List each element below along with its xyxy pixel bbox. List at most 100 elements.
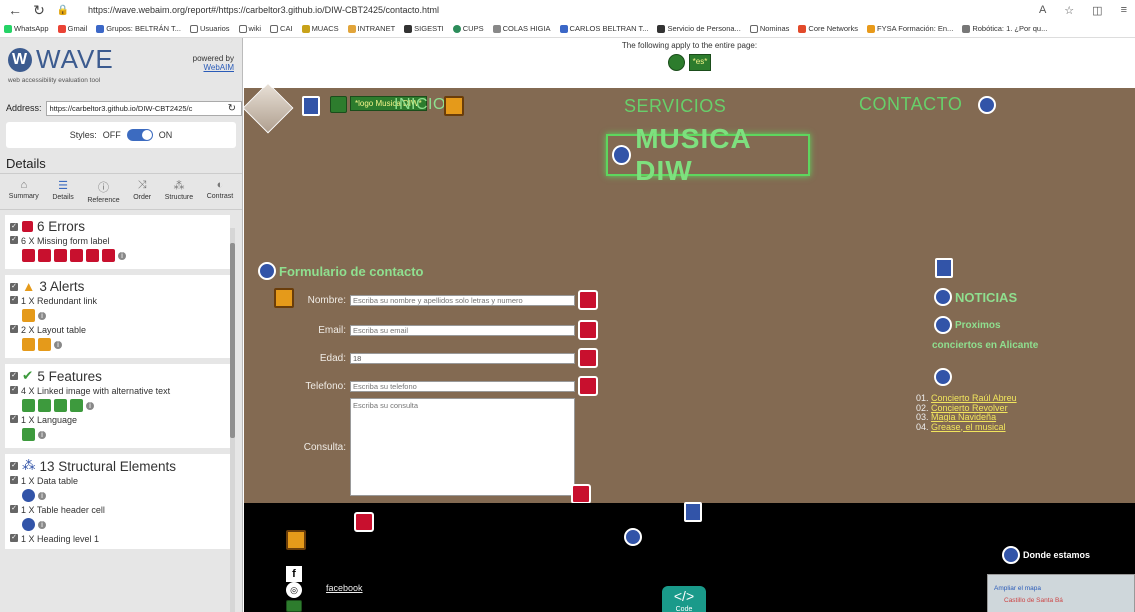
- h2-icon[interactable]: [934, 288, 952, 306]
- h3-icon[interactable]: [934, 316, 952, 334]
- bookmark-item[interactable]: Servicio de Persona...: [657, 24, 741, 33]
- bookmark-item[interactable]: COLAS HIGIA: [492, 24, 551, 33]
- checkbox[interactable]: ✓: [10, 282, 18, 291]
- globe-icon[interactable]: [667, 54, 685, 71]
- list-structure-icon[interactable]: [1002, 546, 1020, 564]
- tab-structure[interactable]: ⁂ Structure: [165, 176, 193, 207]
- map-enlarge-link[interactable]: Ampliar el mapa: [994, 585, 1041, 592]
- checkbox[interactable]: ✓: [10, 505, 18, 513]
- concert-link[interactable]: Concierto Revolver: [931, 403, 1008, 413]
- checkbox[interactable]: ✓: [10, 296, 18, 304]
- linked-image-icon[interactable]: [54, 399, 67, 412]
- checkbox[interactable]: ✓: [10, 462, 18, 470]
- checkbox[interactable]: ✓: [10, 236, 18, 244]
- nav-servicios[interactable]: SERVICIOS: [624, 96, 726, 117]
- address-input[interactable]: [45, 100, 242, 116]
- facebook-icon[interactable]: f: [286, 566, 302, 582]
- linked-image-icon[interactable]: [38, 399, 51, 412]
- bookmark-item[interactable]: Gmail: [57, 24, 87, 33]
- info-icon[interactable]: i: [38, 430, 46, 439]
- missing-label-icon[interactable]: [571, 484, 591, 504]
- missing-label-icon[interactable]: [102, 249, 115, 262]
- bookmark-item[interactable]: INTRANET: [347, 24, 395, 33]
- map-embed[interactable]: Ampliar el mapa Castillo de Santa Bá: [987, 574, 1135, 612]
- missing-label-icon[interactable]: [22, 249, 35, 262]
- language-badge[interactable]: *es*: [688, 54, 712, 71]
- tab-order[interactable]: ⤨ Order: [133, 176, 151, 207]
- language-icon[interactable]: [22, 428, 35, 441]
- styles-toggle[interactable]: [126, 129, 153, 141]
- layout-table-icon[interactable]: [38, 338, 51, 351]
- checkbox[interactable]: ✓: [10, 372, 18, 380]
- checkbox[interactable]: ✓: [10, 386, 18, 394]
- bookmark-item[interactable]: MUACS: [301, 24, 339, 33]
- nombre-input[interactable]: [350, 294, 575, 306]
- info-icon[interactable]: i: [38, 491, 46, 500]
- concert-link[interactable]: Magia Navideña: [931, 412, 996, 422]
- missing-label-icon[interactable]: [86, 249, 99, 262]
- info-icon[interactable]: i: [38, 311, 46, 320]
- redundant-link-icon[interactable]: [444, 96, 464, 116]
- bookmark-item[interactable]: CARLOS BELTRAN T...: [559, 24, 648, 33]
- linked-image-icon[interactable]: [286, 600, 302, 612]
- list-structure-icon[interactable]: [978, 96, 996, 114]
- layout-table-icon[interactable]: [286, 530, 306, 550]
- webaim-link[interactable]: WebAIM: [193, 63, 234, 72]
- info-icon[interactable]: i: [118, 251, 126, 260]
- h1-icon[interactable]: [612, 145, 632, 165]
- checkbox[interactable]: ✓: [10, 415, 18, 423]
- nav-inicio[interactable]: INICIO: [394, 96, 446, 114]
- site-logo-image[interactable]: [244, 82, 294, 134]
- bookmark-item[interactable]: FYSA Formación: En...: [867, 24, 953, 33]
- info-icon[interactable]: i: [86, 401, 94, 410]
- read-aloud-icon[interactable]: A: [1039, 4, 1046, 16]
- info-icon[interactable]: i: [54, 340, 62, 349]
- bookmark-item[interactable]: wiki: [238, 24, 261, 33]
- split-icon[interactable]: ◫: [1092, 4, 1102, 17]
- edad-input[interactable]: [350, 352, 575, 364]
- missing-label-icon[interactable]: [38, 249, 51, 262]
- linked-image-icon[interactable]: [330, 96, 347, 113]
- bookmark-item[interactable]: Usuarios: [189, 24, 230, 33]
- tab-details[interactable]: ☰ Details: [52, 176, 73, 207]
- list-structure-icon[interactable]: [624, 528, 642, 546]
- bookmark-item[interactable]: Grupos: BELTRÁN T...: [96, 24, 181, 33]
- favorite-icon[interactable]: ☆: [1064, 4, 1074, 17]
- bookmark-item[interactable]: Robótica: 1. ¿Por qu...: [962, 24, 1047, 33]
- facebook-link[interactable]: facebook: [326, 583, 363, 593]
- h2-icon[interactable]: [258, 262, 276, 280]
- linked-image-icon[interactable]: [70, 399, 83, 412]
- bookmark-item[interactable]: Nominas: [749, 24, 789, 33]
- concert-link[interactable]: Concierto Raúl Abreu: [931, 393, 1017, 403]
- missing-label-icon[interactable]: [578, 290, 598, 310]
- refresh-icon[interactable]: ↻: [228, 103, 236, 114]
- layout-table-icon[interactable]: [274, 288, 294, 308]
- tab-summary[interactable]: ⌂ Summary: [9, 176, 39, 207]
- layout-table-structure-icon[interactable]: [935, 258, 953, 278]
- back-icon[interactable]: ←: [8, 2, 22, 18]
- table-header-icon[interactable]: [22, 518, 35, 531]
- nav-contacto[interactable]: CONTACTO: [859, 94, 962, 115]
- linked-image-icon[interactable]: [22, 399, 35, 412]
- missing-label-icon[interactable]: [578, 376, 598, 396]
- tab-reference[interactable]: ⓘ Reference: [87, 176, 119, 207]
- checkbox[interactable]: ✓: [10, 534, 18, 542]
- checkbox[interactable]: ✓: [10, 325, 18, 333]
- checkbox[interactable]: ✓: [10, 222, 18, 231]
- tab-contrast[interactable]: ◐ Contrast: [207, 176, 233, 207]
- data-table-icon[interactable]: [22, 489, 35, 502]
- bookmark-item[interactable]: WhatsApp: [4, 24, 49, 33]
- missing-label-icon[interactable]: [578, 320, 598, 340]
- telefono-input[interactable]: [350, 380, 575, 392]
- consulta-textarea[interactable]: [350, 398, 575, 496]
- missing-label-icon[interactable]: [70, 249, 83, 262]
- bookmark-item[interactable]: Core Networks: [798, 24, 858, 33]
- info-icon[interactable]: i: [38, 520, 46, 529]
- address-bar[interactable]: https://wave.webaim.org/report#/https://…: [80, 5, 1021, 15]
- layout-table-icon[interactable]: [22, 338, 35, 351]
- whatsapp-icon[interactable]: ◎: [286, 582, 302, 598]
- layout-table-structure-icon[interactable]: [302, 96, 320, 116]
- checkbox[interactable]: ✓: [10, 476, 18, 484]
- email-input[interactable]: [350, 324, 575, 336]
- reload-icon[interactable]: ↻: [32, 2, 46, 19]
